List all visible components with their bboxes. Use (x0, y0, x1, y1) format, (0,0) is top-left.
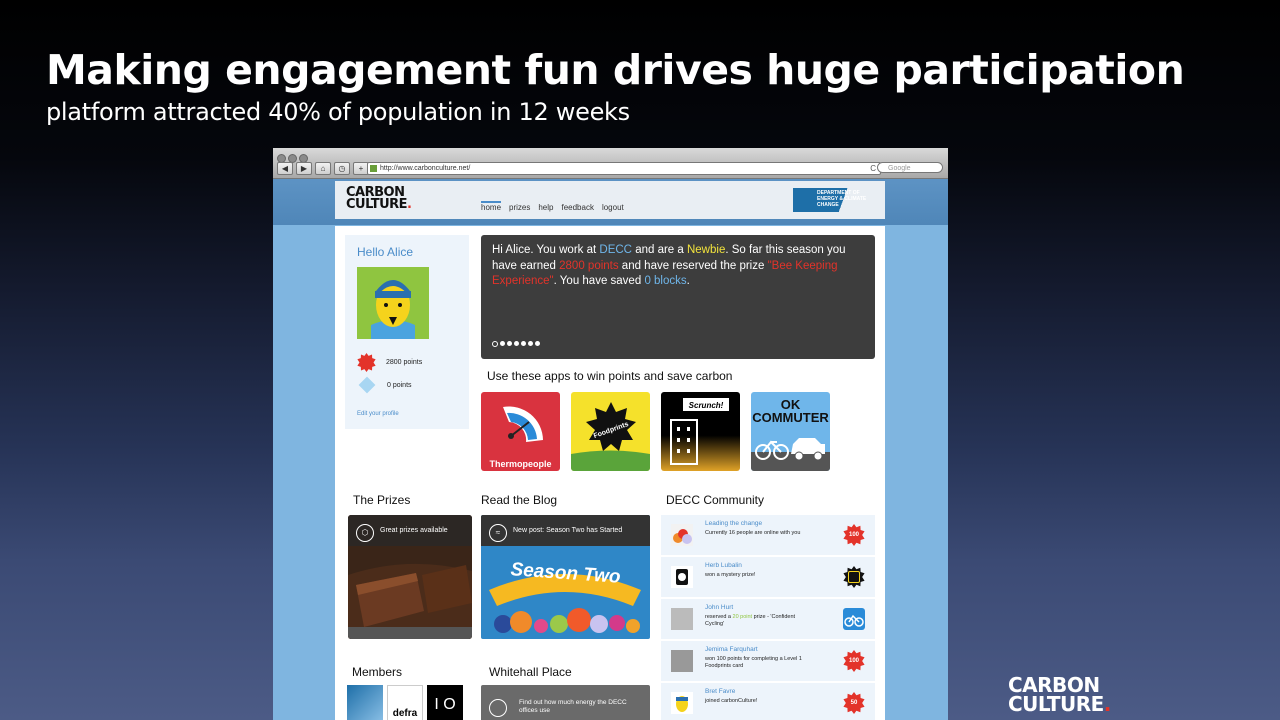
blog-heading: Read the Blog (481, 493, 558, 507)
community-feed: Leading the change Currently 16 people a… (661, 515, 875, 720)
avatar (671, 566, 693, 588)
history-icon[interactable]: ◷ (334, 162, 350, 175)
member-logo[interactable]: defra (387, 685, 423, 720)
member-logo[interactable]: I O (427, 685, 463, 720)
carousel-dot[interactable] (514, 341, 519, 346)
whitehall-heading: Whitehall Place (489, 665, 572, 679)
list-item[interactable]: Herb Lubalin won a mystery prize! (661, 557, 875, 597)
search-field[interactable]: Google (877, 162, 943, 173)
points-badge-icon: 100 (843, 650, 865, 672)
points-row: 2800 points (357, 353, 422, 372)
carousel-dot[interactable] (535, 341, 540, 346)
carousel-dot[interactable] (492, 341, 498, 347)
member-logos: defra I O (347, 685, 463, 720)
header-bar: CARBON CULTURE. home prizes help feedbac… (335, 181, 885, 219)
home-icon[interactable]: ⌂ (315, 162, 331, 175)
apps-heading: Use these apps to win points and save ca… (487, 369, 733, 383)
chart-icon (489, 699, 507, 717)
address-bar[interactable]: http://www.carbonculture.net/ C (367, 162, 881, 175)
bike-car-icon (751, 438, 830, 471)
community-heading: DECC Community (666, 493, 765, 507)
carbonculture-logo[interactable]: CARBON CULTURE. (346, 186, 412, 211)
nav-home[interactable]: home (481, 201, 502, 212)
list-item[interactable]: Leading the change Currently 16 people a… (661, 515, 875, 555)
edit-profile-link[interactable]: Edit your profile (357, 411, 399, 417)
nav-feedback[interactable]: feedback (561, 203, 593, 212)
forward-icon[interactable]: ▶ (296, 162, 312, 175)
org-link[interactable]: DECC (599, 244, 632, 256)
nav-prizes[interactable]: prizes (509, 203, 530, 212)
members-heading: Members (352, 665, 403, 679)
prizes-card[interactable]: ⬡ Great prizes available (348, 515, 472, 639)
app-ok-commuter[interactable]: OK COMMUTER (751, 392, 830, 471)
carousel-dot[interactable] (507, 341, 512, 346)
carousel-dot[interactable] (521, 341, 526, 346)
avatar (357, 267, 429, 339)
hero-carousel: Hi Alice. You work at DECC and are a New… (481, 235, 875, 359)
back-icon[interactable]: ◀ (277, 162, 293, 175)
points-value: 2800 points (386, 359, 423, 366)
site-header: CARBON CULTURE. home prizes help feedbac… (273, 179, 948, 225)
nav-help[interactable]: help (538, 203, 553, 212)
people-icon (671, 524, 693, 546)
blog-card[interactable]: ≈ New post: Season Two has Started Seaso… (481, 515, 650, 639)
member-logo[interactable] (347, 685, 383, 720)
main-nav: home prizes help feedback logout (481, 201, 624, 212)
avatar (671, 692, 693, 714)
slide-subtitle: platform attracted 40% of population in … (46, 98, 630, 126)
app-foodprints[interactable]: Foodprints (571, 392, 650, 471)
carousel-dot[interactable] (528, 341, 533, 346)
blocks-row: 0 points (357, 376, 412, 394)
prizes-heading: The Prizes (353, 493, 411, 507)
points-badge-icon (357, 353, 376, 372)
avatar (671, 608, 693, 630)
bike-icon (843, 608, 865, 630)
points-badge-icon: 50 (843, 692, 865, 714)
page-content: Hello Alice 2800 points 0 points Edit yo… (335, 226, 885, 720)
url-text: http://www.carbonculture.net/ (380, 165, 471, 172)
app-scrunch[interactable]: Scrunch! (661, 392, 740, 471)
profile-panel: Hello Alice 2800 points 0 points Edit yo… (345, 235, 469, 429)
building-icon: Scrunch! (670, 398, 729, 465)
whitehall-card[interactable]: Find out how much energy the DECC office… (481, 685, 650, 720)
hero-message: Hi Alice. You work at DECC and are a New… (492, 244, 846, 287)
browser-window: ◀ ▶ ⌂ ◷ + http://www.carbonculture.net/ … (273, 148, 948, 720)
prizes-card-header: ⬡ Great prizes available (348, 515, 472, 546)
carousel-dot[interactable] (500, 341, 505, 346)
svg-text:Scrunch!: Scrunch! (689, 401, 724, 410)
browser-nav-buttons: ◀ ▶ ⌂ ◷ + (277, 162, 369, 175)
foodprints-icon: Foodprints (571, 402, 650, 471)
rss-icon: ≈ (489, 524, 507, 542)
blog-card-header: ≈ New post: Season Two has Started (481, 515, 650, 546)
decc-logo: DEPARTMENT OF ENERGY & CLIMATE CHANGE (793, 188, 875, 212)
carbonculture-logo: CARBON CULTURE. (1008, 673, 1111, 716)
app-thermopeople[interactable]: Thermopeople (481, 392, 560, 471)
list-item[interactable]: Jemima Farquhart won 100 points for comp… (661, 641, 875, 681)
prize-box-icon: ⬡ (356, 524, 374, 542)
reload-icon[interactable]: C (870, 163, 876, 174)
greeting: Hello Alice (357, 245, 414, 259)
avatar (671, 650, 693, 672)
slide-title: Making engagement fun drives huge partic… (46, 46, 1185, 94)
list-item[interactable]: Bret Favre joined carbonCulture! 50 (661, 683, 875, 720)
blocks-value: 0 points (387, 381, 412, 389)
app-label: Thermopeople (489, 459, 552, 469)
list-item[interactable]: John Hurt reserved a 20 point prize - 'C… (661, 599, 875, 639)
mystery-prize-icon (843, 566, 865, 588)
points-badge-icon: 100 (843, 524, 865, 546)
carousel-dots (492, 341, 540, 347)
ice-cube-icon (358, 376, 376, 394)
favicon-icon (370, 165, 377, 172)
nav-logout[interactable]: logout (602, 203, 624, 212)
browser-toolbar: ◀ ▶ ⌂ ◷ + http://www.carbonculture.net/ … (273, 148, 948, 179)
